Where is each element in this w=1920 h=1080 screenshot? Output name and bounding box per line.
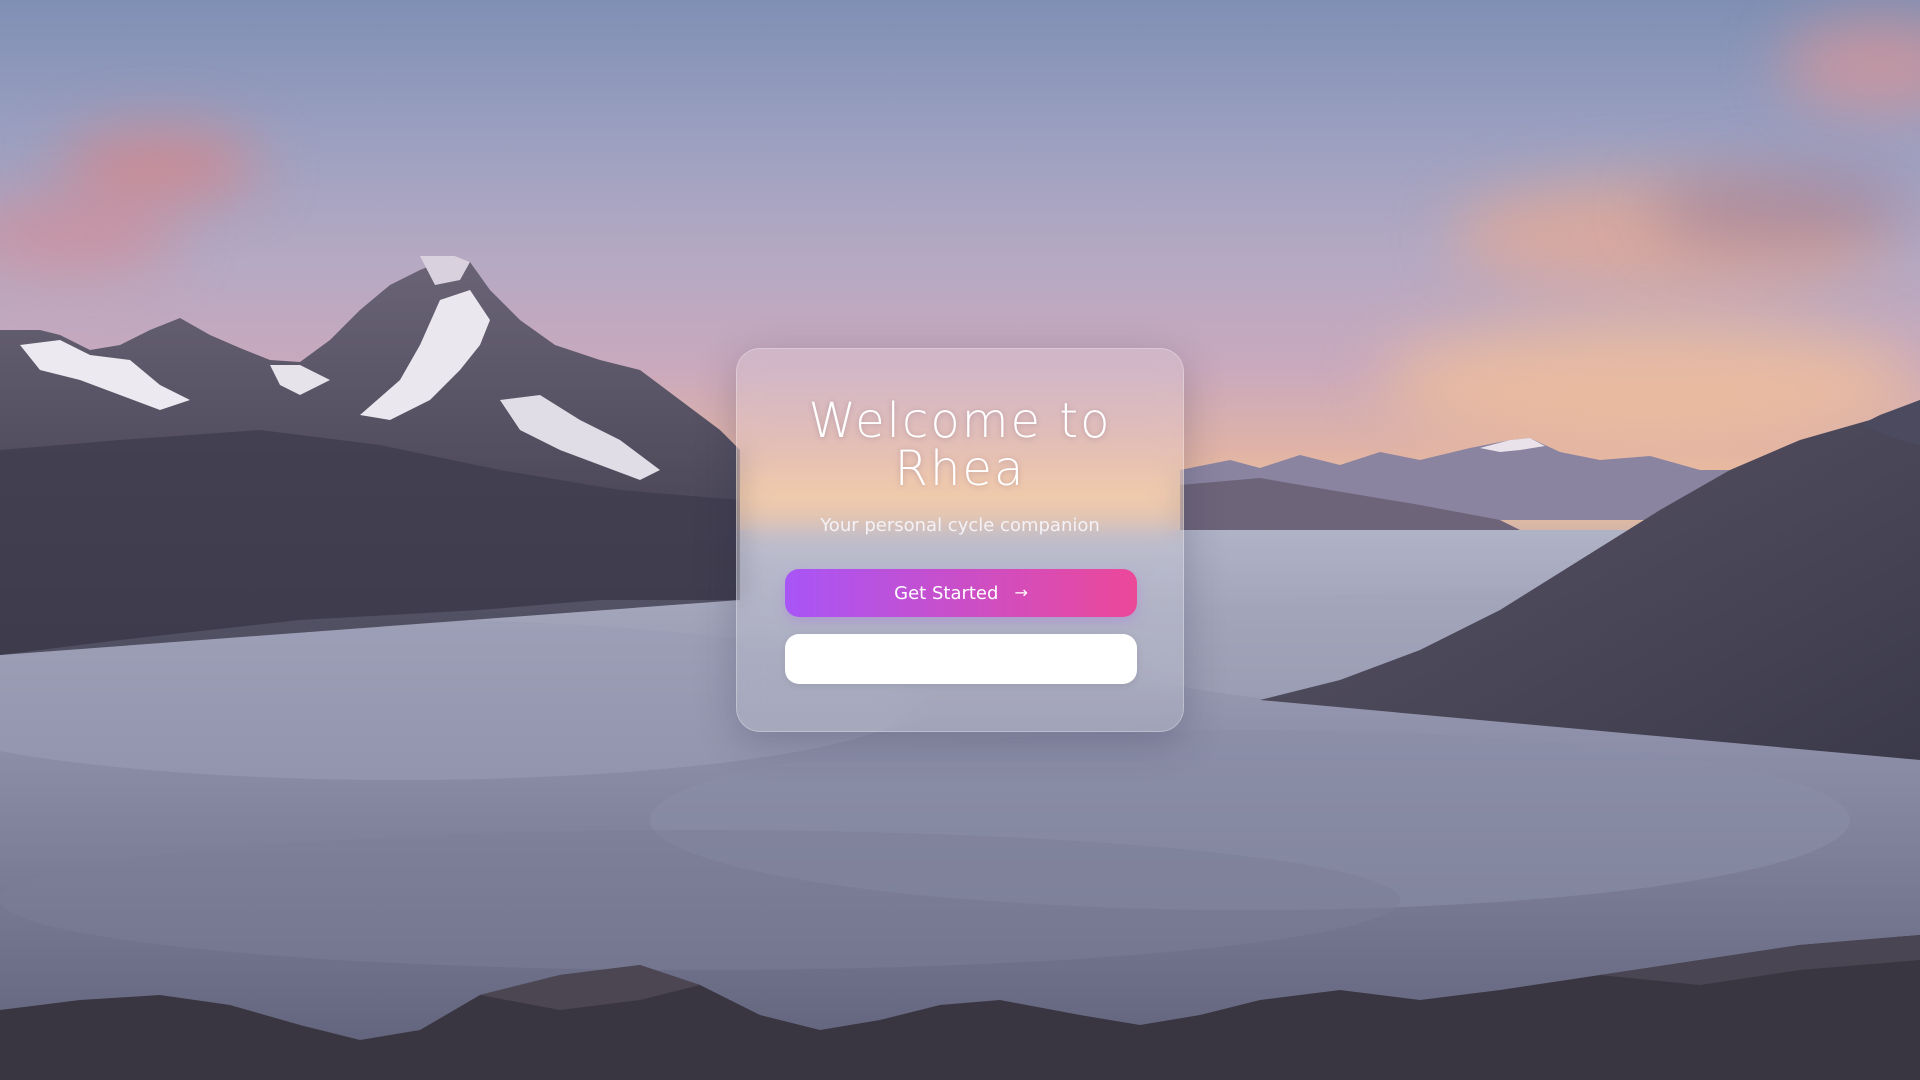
page-subtitle: Your personal cycle companion [820,515,1100,536]
get-started-button[interactable]: Get Started → [785,569,1137,617]
welcome-card: Welcome to Rhea Your personal cycle comp… [736,348,1184,732]
page-title: Welcome to Rhea [808,393,1112,497]
secondary-button[interactable] [785,634,1137,684]
get-started-label: Get Started [894,582,999,604]
arrow-right-icon: → [1014,583,1028,602]
